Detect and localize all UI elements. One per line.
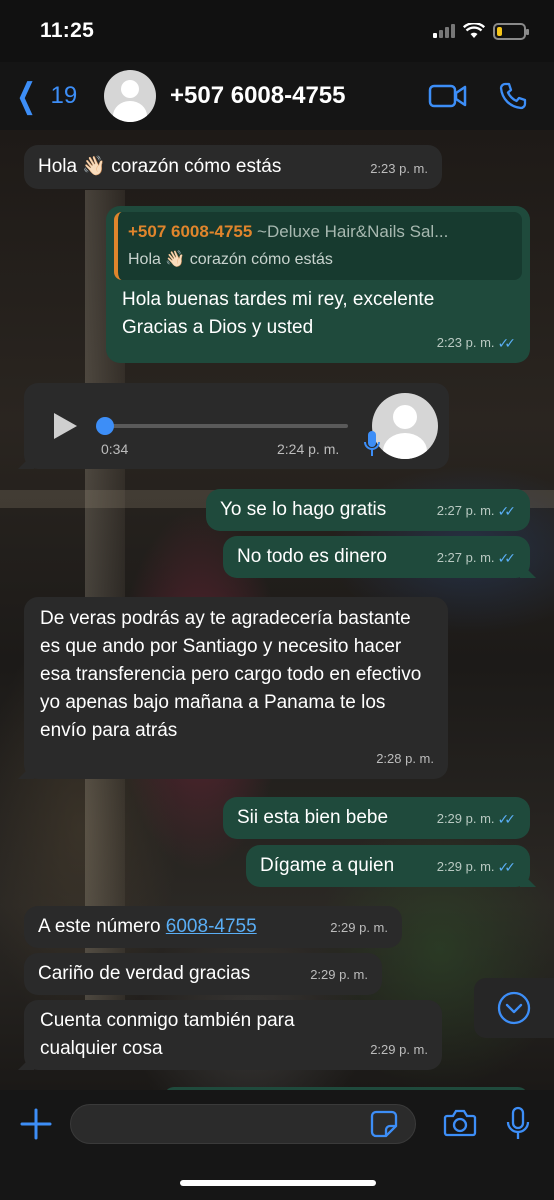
quoted-message[interactable]: +507 6008-4755 ~Deluxe Hair&Nails Sal...… xyxy=(114,212,522,280)
quoted-author-number: +507 6008-4755 xyxy=(128,222,253,241)
status-bar: 11:25 xyxy=(0,0,554,62)
message-outgoing[interactable]: Dígame a quien 2:29 p. m. ✓✓ xyxy=(246,845,530,887)
read-ticks-icon: ✓✓ xyxy=(497,503,517,519)
play-icon[interactable] xyxy=(54,413,77,439)
quoted-author-tag: ~Deluxe Hair&Nails Sal... xyxy=(257,222,449,241)
status-icons xyxy=(433,22,529,40)
message-time-text: 2:23 p. m. xyxy=(436,335,495,350)
quoted-text: Hola 👋🏻 corazón cómo estás xyxy=(128,251,333,268)
message-text: Cariño de verdad gracias xyxy=(38,963,251,984)
chat-header: ❮ 19 +507 6008-4755 xyxy=(0,62,554,130)
message-outgoing[interactable]: Sii esta bien bebe 2:29 p. m. ✓✓ xyxy=(223,797,530,839)
message-outgoing-reply[interactable]: +507 6008-4755 ~Deluxe Hair&Nails Sal...… xyxy=(106,206,530,363)
message-time: 2:29 p. m. xyxy=(330,920,388,935)
message-text: De veras podrás ay te agradecería bastan… xyxy=(40,608,422,741)
voice-message[interactable]: 0:34 2:24 p. m. xyxy=(24,383,449,469)
back-button[interactable]: ❮ 19 xyxy=(12,79,102,113)
message-time-text: 2:29 p. m. xyxy=(436,859,495,874)
message-text: Sii esta bien bebe xyxy=(237,807,389,828)
unread-count: 19 xyxy=(50,82,78,109)
message-incoming[interactable]: A este número 6008-4755 2:29 p. m. xyxy=(24,906,402,948)
message-outgoing[interactable]: No todo es dinero 2:27 p. m. ✓✓ xyxy=(223,536,530,578)
message-time: 2:28 p. m. xyxy=(376,751,434,766)
video-call-icon[interactable] xyxy=(428,83,468,109)
camera-icon[interactable] xyxy=(443,1108,477,1138)
plus-icon[interactable] xyxy=(20,1108,52,1140)
message-time-text: 2:27 p. m. xyxy=(436,503,495,518)
wifi-icon xyxy=(463,23,485,38)
quoted-author: +507 6008-4755 ~Deluxe Hair&Nails Sal... xyxy=(128,218,512,246)
cellular-signal-icon xyxy=(433,24,455,38)
contact-name[interactable]: +507 6008-4755 xyxy=(170,82,428,110)
voice-progress-thumb[interactable] xyxy=(96,417,114,435)
message-time: 2:27 p. m. ✓✓ xyxy=(437,497,516,525)
microphone-icon[interactable] xyxy=(505,1106,531,1142)
header-actions xyxy=(428,81,542,111)
read-ticks-icon: ✓✓ xyxy=(497,811,517,827)
message-time: 2:29 p. m. ✓✓ xyxy=(437,853,516,881)
phone-icon[interactable] xyxy=(498,81,528,111)
status-time: 11:25 xyxy=(40,19,95,42)
message-time: 2:29 p. m. xyxy=(310,967,368,982)
message-text: Hola 👋🏻 corazón cómo estás xyxy=(38,156,282,177)
message-time: 2:29 p. m. ✓✓ xyxy=(437,805,516,833)
phone-number-link[interactable]: 6008-4755 xyxy=(166,916,257,937)
message-time: 2:29 p. m. xyxy=(370,1042,428,1057)
read-ticks-icon: ✓✓ xyxy=(497,550,517,566)
sticker-icon[interactable] xyxy=(370,1110,398,1138)
home-indicator xyxy=(180,1180,376,1186)
battery-level xyxy=(497,26,502,36)
contact-avatar[interactable] xyxy=(104,70,156,122)
message-time: 2:24 p. m. xyxy=(277,441,340,457)
message-text: Yo se lo hago gratis xyxy=(220,499,387,520)
message-time: 2:23 p. m. ✓✓ xyxy=(437,329,516,357)
message-text: No todo es dinero xyxy=(237,546,387,567)
message-input[interactable] xyxy=(70,1104,416,1144)
voice-progress-track[interactable] xyxy=(104,424,348,428)
message-time: 2:27 p. m. ✓✓ xyxy=(437,544,516,572)
chevron-down-circle-icon xyxy=(497,991,531,1025)
message-time: 2:23 p. m. xyxy=(370,161,428,176)
message-text: Dígame a quien xyxy=(260,855,395,876)
microphone-icon xyxy=(364,431,380,456)
message-incoming[interactable]: Cariño de verdad gracias 2:29 p. m. xyxy=(24,953,382,995)
message-time-text: 2:27 p. m. xyxy=(436,550,495,565)
battery-icon xyxy=(493,22,529,40)
voice-duration: 0:34 xyxy=(101,441,129,457)
message-outgoing[interactable]: Yo se lo hago gratis 2:27 p. m. ✓✓ xyxy=(206,489,530,531)
message-text: A este número xyxy=(38,916,166,937)
message-incoming[interactable]: Cuenta conmigo también para cualquier co… xyxy=(24,1000,442,1070)
scroll-to-bottom-button[interactable] xyxy=(474,978,554,1038)
message-incoming[interactable]: Hola 👋🏻 corazón cómo estás 2:23 p. m. xyxy=(24,145,442,189)
message-time-text: 2:29 p. m. xyxy=(436,811,495,826)
message-text: Cuenta conmigo también para cualquier co… xyxy=(40,1010,295,1059)
read-ticks-icon: ✓✓ xyxy=(497,335,517,351)
message-incoming[interactable]: De veras podrás ay te agradecería bastan… xyxy=(24,597,448,779)
read-ticks-icon: ✓✓ xyxy=(497,859,517,875)
chevron-left-icon: ❮ xyxy=(16,77,37,115)
